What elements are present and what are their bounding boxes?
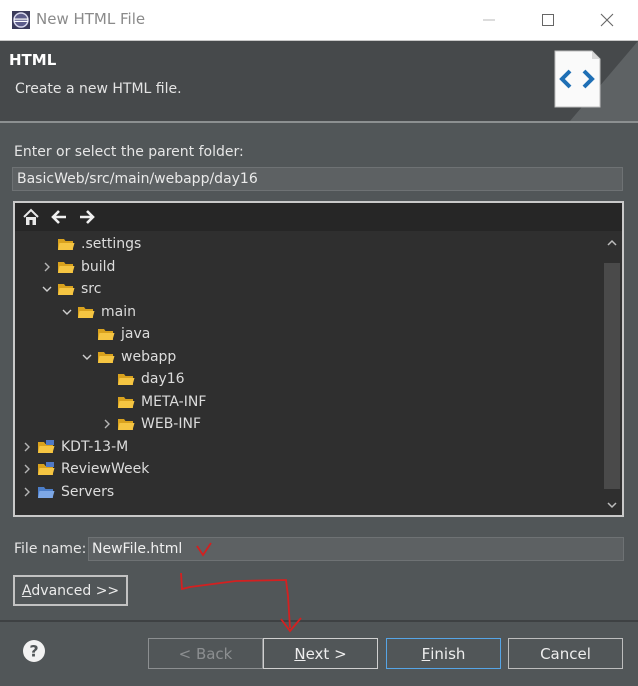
tree-item[interactable]: build — [41, 256, 115, 278]
file-name-input[interactable]: NewFile.html — [88, 537, 624, 561]
folder-icon — [78, 306, 95, 318]
home-icon[interactable] — [21, 207, 41, 227]
tree-item[interactable]: day16 — [101, 368, 185, 390]
cancel-button[interactable]: Cancel — [508, 638, 623, 669]
button-bar: ? < Back Next > Finish Cancel — [0, 622, 638, 686]
tree-item-label: src — [81, 281, 102, 297]
chevron-down-icon[interactable] — [81, 351, 93, 363]
folder-icon — [58, 239, 75, 250]
project-icon — [38, 462, 55, 475]
folder-tree[interactable]: .settings build src main java webapp day16 META… — [13, 201, 624, 517]
tree-item-label: .settings — [81, 236, 142, 252]
tree-indent-spacer — [81, 328, 93, 340]
folder-icon — [58, 261, 75, 273]
tree-item-label: ReviewWeek — [61, 461, 150, 477]
tree-item[interactable]: META-INF — [101, 391, 206, 413]
project-icon — [38, 439, 55, 453]
scroll-down-icon[interactable] — [606, 499, 618, 511]
wizard-description: Create a new HTML file. — [15, 81, 182, 97]
forward-arrow-icon[interactable] — [77, 207, 97, 227]
maximize-button[interactable] — [519, 0, 577, 40]
tree-item[interactable]: WEB-INF — [101, 413, 201, 435]
finish-label: inish — [430, 644, 466, 663]
back-arrow-icon[interactable] — [49, 207, 69, 227]
next-button[interactable]: Next > — [263, 638, 378, 669]
chevron-right-icon[interactable] — [101, 418, 113, 430]
tree-item[interactable]: KDT-13-M — [21, 436, 128, 458]
folder-icon — [118, 419, 135, 430]
tree-indent-spacer — [101, 373, 113, 385]
tree-indent-spacer — [101, 396, 113, 408]
chevron-right-icon[interactable] — [21, 486, 33, 498]
wizard-title: HTML — [9, 51, 57, 69]
chevron-down-icon[interactable] — [41, 283, 53, 295]
tree-item-label: WEB-INF — [141, 416, 201, 432]
tree-item-label: KDT-13-M — [61, 438, 129, 455]
wizard-header: HTML Create a new HTML file. — [0, 41, 638, 121]
tree-item-label: build — [81, 258, 116, 275]
parent-folder-input[interactable]: BasicWeb/src/main/webapp/day16 — [12, 167, 623, 191]
tree-item[interactable]: java — [81, 323, 150, 345]
advanced-button[interactable]: Advanced >> — [13, 575, 128, 606]
tree-item[interactable]: ReviewWeek — [21, 458, 149, 480]
tree-item-label: main — [101, 303, 136, 320]
next-label: ext > — [305, 644, 347, 663]
scroll-up-icon[interactable] — [606, 237, 618, 249]
parent-folder-label: Enter or select the parent folder: — [14, 144, 244, 160]
folder-icon — [118, 374, 135, 385]
tree-item[interactable]: webapp — [81, 346, 176, 368]
eclipse-app-icon — [12, 11, 30, 29]
header-separator — [0, 121, 638, 123]
tree-item-label: java — [121, 326, 151, 342]
close-icon — [600, 13, 614, 27]
tree-item[interactable]: src — [41, 278, 101, 300]
back-button[interactable]: < Back — [148, 638, 263, 669]
tree-indent-spacer — [41, 238, 53, 250]
minimize-icon — [483, 19, 495, 21]
chevron-right-icon[interactable] — [41, 261, 53, 273]
finish-button[interactable]: Finish — [386, 638, 501, 669]
folder-icon — [38, 486, 55, 498]
finish-mnemonic: F — [421, 644, 431, 663]
tree-item-label: META-INF — [141, 393, 207, 410]
tree-toolbar — [15, 203, 622, 231]
scrollbar-thumb[interactable] — [604, 263, 620, 489]
folder-icon — [118, 396, 135, 408]
tree-scrollbar[interactable] — [602, 231, 622, 515]
window-title: New HTML File — [36, 10, 146, 28]
close-button[interactable] — [578, 0, 636, 40]
file-name-label: File name: — [14, 541, 87, 557]
help-icon[interactable]: ? — [22, 639, 46, 663]
tree-item-label: Servers — [61, 483, 115, 500]
next-mnemonic: N — [294, 644, 306, 663]
chevron-down-icon[interactable] — [61, 306, 73, 318]
advanced-mnemonic: A — [21, 582, 32, 599]
svg-text:?: ? — [29, 642, 38, 661]
html-file-wizard-icon — [554, 41, 638, 121]
tree-item[interactable]: .settings — [41, 233, 141, 255]
tree-item[interactable]: main — [61, 301, 136, 323]
tree-item-label: webapp — [121, 348, 177, 365]
tree-item-label: day16 — [141, 371, 185, 387]
folder-icon — [98, 351, 115, 363]
folder-icon — [98, 329, 115, 340]
minimize-button[interactable] — [460, 0, 518, 40]
advanced-label: dvanced >> — [31, 582, 120, 599]
chevron-right-icon[interactable] — [21, 441, 33, 453]
title-bar: New HTML File — [0, 0, 638, 41]
chevron-right-icon[interactable] — [21, 463, 33, 475]
folder-icon — [58, 284, 75, 295]
tree-item[interactable]: Servers — [21, 481, 114, 503]
maximize-icon — [542, 14, 554, 26]
